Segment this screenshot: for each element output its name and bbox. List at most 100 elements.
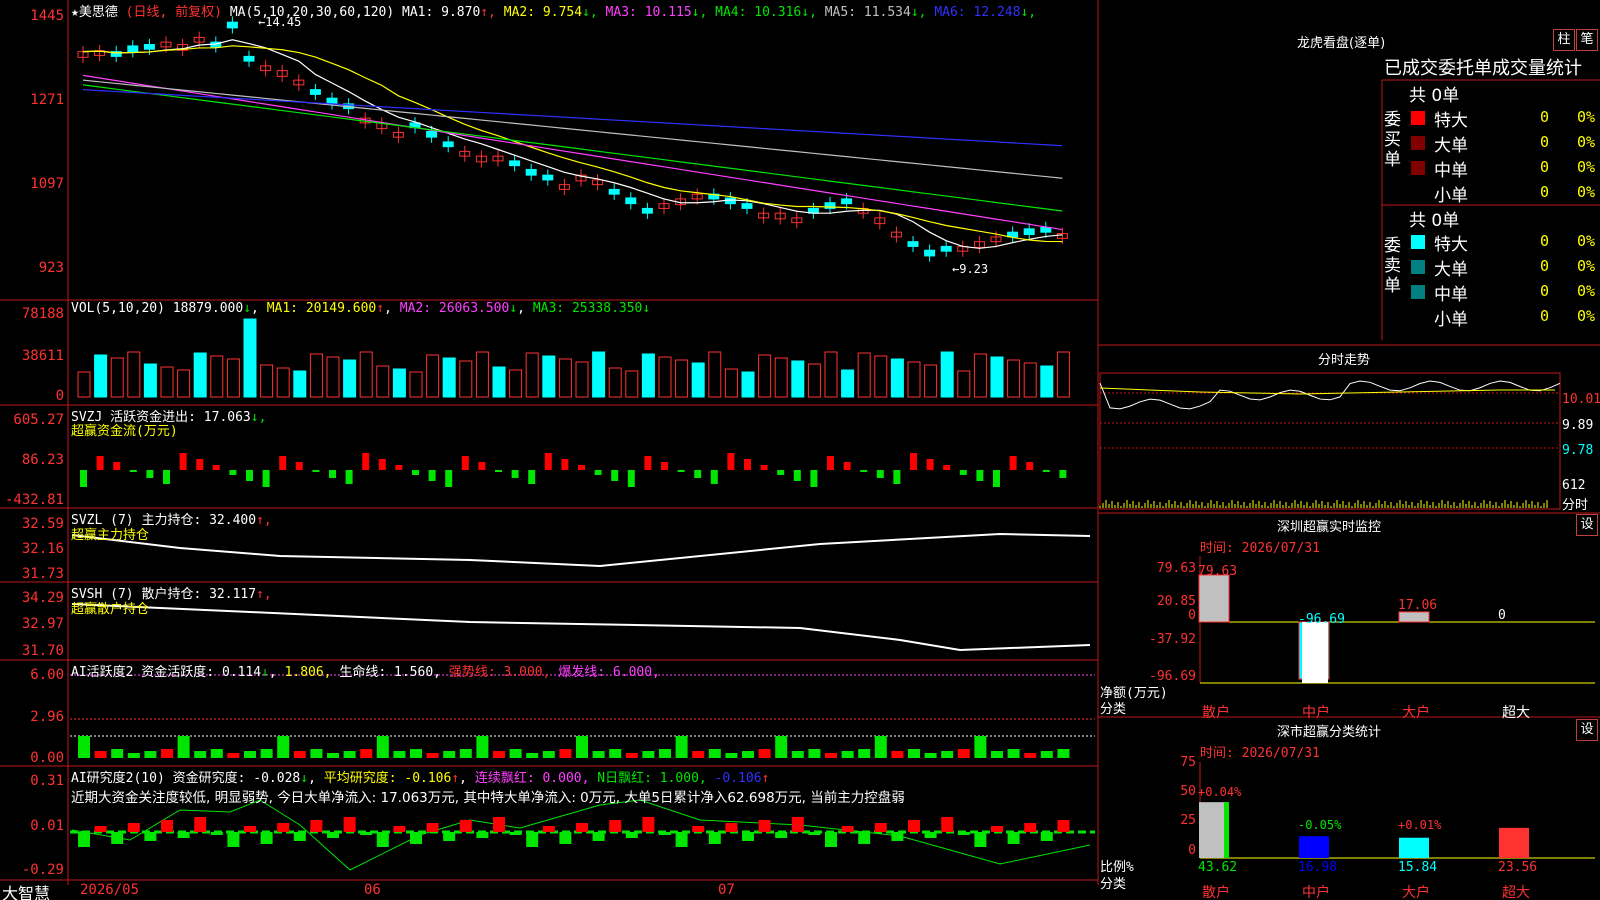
vol-tick: 0 bbox=[55, 388, 64, 404]
svzj-bar bbox=[661, 462, 668, 470]
monitor-value: 17.06 bbox=[1398, 598, 1438, 613]
buy-row-value: 0 bbox=[1540, 183, 1550, 201]
classify-settings-button[interactable]: 设 bbox=[1576, 719, 1598, 741]
chart-mode[interactable]: (日线, 前复权) bbox=[126, 5, 222, 20]
classify-tick: 25 bbox=[1180, 813, 1196, 828]
vol-bar bbox=[459, 360, 473, 398]
sell-row-pct: 0% bbox=[1577, 282, 1596, 300]
intraday-tick: 10.01 bbox=[1562, 392, 1600, 407]
ma-arrow: ↑, bbox=[480, 5, 496, 20]
svzj-bar bbox=[959, 470, 967, 475]
svzj-bar bbox=[428, 470, 436, 481]
vol-bar bbox=[392, 368, 406, 398]
ai2-bar bbox=[194, 817, 207, 832]
ma-number: 9.870 bbox=[441, 5, 481, 20]
ai1-bar bbox=[277, 736, 290, 758]
monitor-tick: 20.85 bbox=[1156, 594, 1196, 609]
vol-bar bbox=[741, 371, 755, 398]
vol-bar bbox=[94, 354, 108, 398]
vol-bar bbox=[625, 370, 639, 398]
ai2-bar bbox=[908, 820, 920, 832]
ai2-bar bbox=[957, 832, 970, 835]
ma6-line bbox=[82, 89, 1063, 147]
ai1-bar bbox=[841, 751, 854, 758]
ai2-bar bbox=[1057, 820, 1070, 832]
svzj-bar bbox=[694, 470, 702, 478]
ai1-bar bbox=[991, 751, 1003, 758]
candle-body bbox=[625, 197, 637, 205]
monitor-settings-button[interactable]: 设 bbox=[1576, 514, 1598, 536]
ai2-bar bbox=[874, 823, 887, 832]
monitor-tick: 79.63 bbox=[1156, 561, 1196, 576]
candle-body bbox=[1040, 226, 1052, 233]
tick-mode-button[interactable]: 笔 bbox=[1576, 29, 1598, 51]
classify-xlabel: 分类 bbox=[1100, 877, 1127, 892]
ai1-bar bbox=[642, 751, 655, 758]
vol-bar bbox=[940, 351, 954, 398]
ai2-bar bbox=[642, 817, 655, 832]
ai2-bar bbox=[708, 832, 721, 844]
svzj-tick: 86.23 bbox=[21, 452, 64, 468]
ai1-bar bbox=[493, 751, 505, 758]
vol-bar bbox=[791, 360, 805, 398]
ai1-bar bbox=[775, 736, 788, 758]
ai2-bar bbox=[924, 832, 937, 838]
main-chart-canvas[interactable] bbox=[0, 0, 1600, 900]
ai1-bar bbox=[874, 736, 887, 758]
sell-swatch bbox=[1411, 310, 1425, 324]
ai2-header: AI研究度2(10) 资金研究度: -0.028↓, 平均研究度: -0.106… bbox=[71, 771, 770, 786]
monitor-bar bbox=[1398, 611, 1430, 623]
ai1-bar bbox=[908, 749, 920, 758]
intraday-tick: 9.78 bbox=[1562, 443, 1594, 458]
ai1-bar bbox=[957, 749, 970, 758]
ma-number: 12.248 bbox=[973, 5, 1021, 20]
ma1-line bbox=[82, 39, 1063, 249]
vol-bar bbox=[641, 353, 655, 398]
candle-body bbox=[525, 168, 537, 176]
vol-bar bbox=[592, 351, 606, 398]
ai1-bar bbox=[858, 749, 871, 758]
ai1-bar bbox=[1040, 751, 1053, 758]
buy-swatch bbox=[1411, 111, 1425, 125]
classify-title: 深市超赢分类统计 bbox=[1277, 725, 1382, 740]
svzj-bar bbox=[345, 470, 353, 484]
ai2-bar bbox=[111, 832, 124, 844]
ai1-tick: 0.00 bbox=[30, 750, 64, 766]
ai1-bar bbox=[742, 751, 754, 758]
monitor-bar bbox=[1198, 574, 1230, 623]
ma-number: 10.115 bbox=[644, 5, 692, 20]
ai1-bar bbox=[509, 749, 522, 758]
classify-delta: -0.05% bbox=[1298, 818, 1342, 832]
svzj-bar bbox=[594, 470, 602, 475]
ai2-bar bbox=[459, 820, 472, 832]
sell-row-value: 0 bbox=[1540, 232, 1550, 250]
svzj-bar bbox=[744, 459, 751, 470]
candle-body bbox=[127, 45, 139, 53]
classify-value: 23.56 bbox=[1498, 860, 1538, 875]
candle-body bbox=[741, 203, 753, 209]
ai1-bar bbox=[526, 753, 539, 758]
ai2-bar bbox=[758, 820, 771, 832]
monitor-category: 大户 bbox=[1402, 705, 1430, 721]
candle-body bbox=[924, 249, 936, 257]
vol-bar bbox=[127, 351, 141, 398]
monitor-category: 中户 bbox=[1302, 705, 1330, 721]
ai2-tick: 0.31 bbox=[30, 773, 64, 789]
vol-bar bbox=[243, 318, 257, 398]
intraday-price-line bbox=[1099, 380, 1561, 410]
ai1-bar bbox=[210, 749, 223, 758]
classify-category: 散户 bbox=[1202, 885, 1230, 900]
ai1-bar bbox=[327, 753, 339, 758]
svzj-bar bbox=[644, 456, 652, 470]
svsh-line bbox=[71, 603, 1091, 652]
sell-row-pct: 0% bbox=[1577, 307, 1596, 325]
vol-bar bbox=[675, 359, 689, 398]
svzj-bar bbox=[677, 470, 685, 472]
ai2-bar bbox=[227, 832, 240, 847]
ma4-line bbox=[82, 84, 1063, 212]
ai2-bar bbox=[775, 832, 788, 838]
svzj-bar bbox=[179, 453, 187, 470]
svzj-bar bbox=[212, 465, 220, 470]
ai2-bar bbox=[742, 832, 754, 841]
bar-mode-button[interactable]: 柱 bbox=[1553, 29, 1575, 51]
